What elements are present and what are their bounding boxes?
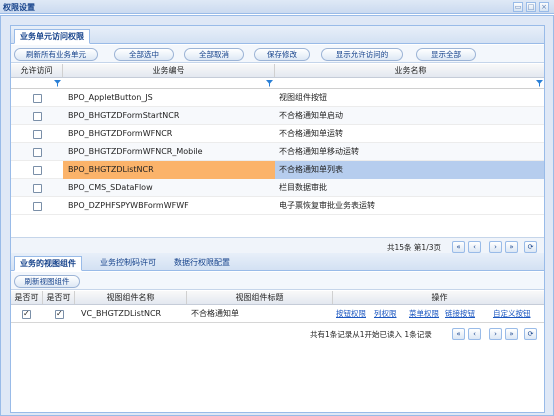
business-name-cell: 不合格通知单运转 [279, 129, 343, 138]
button-permission-link[interactable]: 按钮权限 [336, 305, 366, 323]
table-row[interactable]: BPO_BHGTZDListNCR 不合格通知单列表 [11, 161, 544, 179]
col-business-name[interactable]: 业务名称 [275, 64, 544, 77]
business-name-cell: 不合格通知单移动运转 [279, 147, 359, 156]
business-code-cell: BPO_BHGTZDFormWFNCR_Mobile [68, 147, 203, 156]
select-all-button[interactable]: 全部选中 [114, 48, 174, 61]
prev-page-icon[interactable]: ‹ [468, 241, 481, 253]
tab-view-components[interactable]: 业务的视图组件 [14, 256, 82, 271]
window-title: 权限设置 [3, 3, 35, 12]
business-code-cell: BPO_AppletButton_JS [68, 93, 153, 102]
menu-permission-link[interactable]: 菜单权限 [409, 305, 439, 323]
filter-icon[interactable] [266, 80, 273, 87]
top-grid-filter-row [11, 78, 544, 89]
tab-control-code-permission[interactable]: 业务控制码许可 [95, 256, 161, 271]
bottom-toolbar: 刷新视图组件 [11, 272, 544, 290]
business-name-cell: 栏目数据审批 [279, 183, 327, 192]
refresh-icon[interactable]: ⟳ [524, 241, 537, 253]
business-name-cell: 不合格通知单启动 [279, 111, 343, 120]
allow-access-checkbox[interactable] [33, 148, 42, 157]
save-changes-button[interactable]: 保存修改 [254, 48, 310, 61]
show-all-button[interactable]: 显示全部 [416, 48, 476, 61]
component-name: VC_BHGTZDListNCR [81, 309, 162, 318]
pager-info: 共15条 第1/3页 [387, 243, 441, 252]
top-tabstrip: 业务单元访问权限 [11, 26, 544, 44]
next-page-icon[interactable]: › [489, 328, 502, 340]
table-row[interactable]: BPO_CMS_SDataFlow 栏目数据审批 [11, 179, 544, 197]
bottom-tabstrip: 业务的视图组件 业务控制码许可 数据行权限配置 [11, 253, 544, 271]
refresh-view-components-button[interactable]: 刷新视图组件 [14, 275, 80, 288]
business-unit-panel: 业务单元访问权限 刷新所有业务单元 全部选中 全部取消 保存修改 显示允许访问的… [10, 25, 545, 256]
filter-icon[interactable] [536, 80, 543, 87]
component-title: 不合格通知单 [191, 309, 239, 318]
col-operations[interactable]: 操作 [333, 291, 544, 304]
allow-access-checkbox[interactable] [33, 202, 42, 211]
bottom-grid-header: 是否可 是否可 视图组件名称 视图组件标题 操作 [11, 291, 544, 305]
tab-data-row-permission[interactable]: 数据行权限配置 [169, 256, 235, 271]
filter-icon[interactable] [54, 80, 61, 87]
show-allowed-button[interactable]: 显示允许访问的 [321, 48, 403, 61]
table-row[interactable]: BPO_BHGTZDFormWFNCR 不合格通知单运转 [11, 125, 544, 143]
last-page-icon[interactable]: » [505, 328, 518, 340]
enabled-checkbox[interactable] [55, 309, 64, 319]
top-toolbar: 刷新所有业务单元 全部选中 全部取消 保存修改 显示允许访问的 显示全部 [11, 45, 544, 63]
table-row[interactable]: BPO_BHGTZDFormWFNCR_Mobile 不合格通知单移动运转 [11, 143, 544, 161]
window-titlebar: 权限设置 ▭ □ × [0, 0, 554, 14]
col-component-title[interactable]: 视图组件标题 [187, 291, 333, 304]
bottom-pager: 共有1条记录从1开始已读入 1条记录 « ‹ › » ⟳ [11, 325, 544, 343]
business-code-cell: BPO_BHGTZDFormWFNCR [68, 129, 173, 138]
refresh-icon[interactable]: ⟳ [524, 328, 537, 340]
prev-page-icon[interactable]: ‹ [468, 328, 481, 340]
maximize-icon[interactable]: □ [526, 2, 536, 12]
restore-icon[interactable]: ▭ [513, 2, 523, 12]
table-row[interactable]: BPO_AppletButton_JS 视图组件按钮 [11, 89, 544, 107]
col-allow-access[interactable]: 允许访问 [11, 64, 63, 77]
top-grid-header: 允许访问 业务编号 业务名称 [11, 64, 544, 78]
col-component-name[interactable]: 视图组件名称 [75, 291, 187, 304]
table-row[interactable]: VC_BHGTZDListNCR 不合格通知单 按钮权限 列权限 菜单权限 链接… [11, 305, 544, 323]
col-business-code[interactable]: 业务编号 [63, 64, 275, 77]
view-components-panel: 业务的视图组件 业务控制码许可 数据行权限配置 刷新视图组件 是否可 是否可 视… [10, 253, 545, 413]
next-page-icon[interactable]: › [489, 241, 502, 253]
col-is-enabled[interactable]: 是否可 [43, 291, 75, 304]
business-name-cell: 不合格通知单列表 [275, 161, 544, 179]
window-body: 业务单元访问权限 刷新所有业务单元 全部选中 全部取消 保存修改 显示允许访问的… [0, 15, 554, 416]
pager-info: 共有1条记录从1开始已读入 1条记录 [310, 330, 432, 339]
business-name-cell: 视图组件按钮 [279, 93, 327, 102]
first-page-icon[interactable]: « [452, 328, 465, 340]
allow-access-checkbox[interactable] [33, 94, 42, 103]
business-code-cell: BPO_DZPHFSPYWBFormWFWF [68, 201, 189, 210]
allow-access-checkbox[interactable] [33, 184, 42, 193]
tab-business-unit-access[interactable]: 业务单元访问权限 [14, 29, 90, 44]
business-code-cell: BPO_BHGTZDFormStartNCR [68, 111, 180, 120]
link-button-link[interactable]: 链接按钮 [445, 305, 475, 323]
allow-access-checkbox[interactable] [33, 166, 42, 175]
business-code-cell: BPO_CMS_SDataFlow [68, 183, 153, 192]
allow-access-checkbox[interactable] [33, 130, 42, 139]
col-is-visible[interactable]: 是否可 [11, 291, 43, 304]
custom-button-link[interactable]: 自定义按钮 [493, 305, 531, 323]
visible-checkbox[interactable] [22, 309, 31, 319]
cancel-all-button[interactable]: 全部取消 [184, 48, 244, 61]
close-icon[interactable]: × [539, 2, 549, 12]
refresh-all-units-button[interactable]: 刷新所有业务单元 [14, 48, 98, 61]
table-row[interactable]: BPO_BHGTZDFormStartNCR 不合格通知单启动 [11, 107, 544, 125]
column-permission-link[interactable]: 列权限 [374, 305, 397, 323]
first-page-icon[interactable]: « [452, 241, 465, 253]
business-code-cell: BPO_BHGTZDListNCR [63, 161, 275, 179]
table-row[interactable]: BPO_DZPHFSPYWBFormWFWF 电子票恢复审批业务表运转 [11, 197, 544, 215]
last-page-icon[interactable]: » [505, 241, 518, 253]
business-name-cell: 电子票恢复审批业务表运转 [279, 201, 375, 210]
allow-access-checkbox[interactable] [33, 112, 42, 121]
